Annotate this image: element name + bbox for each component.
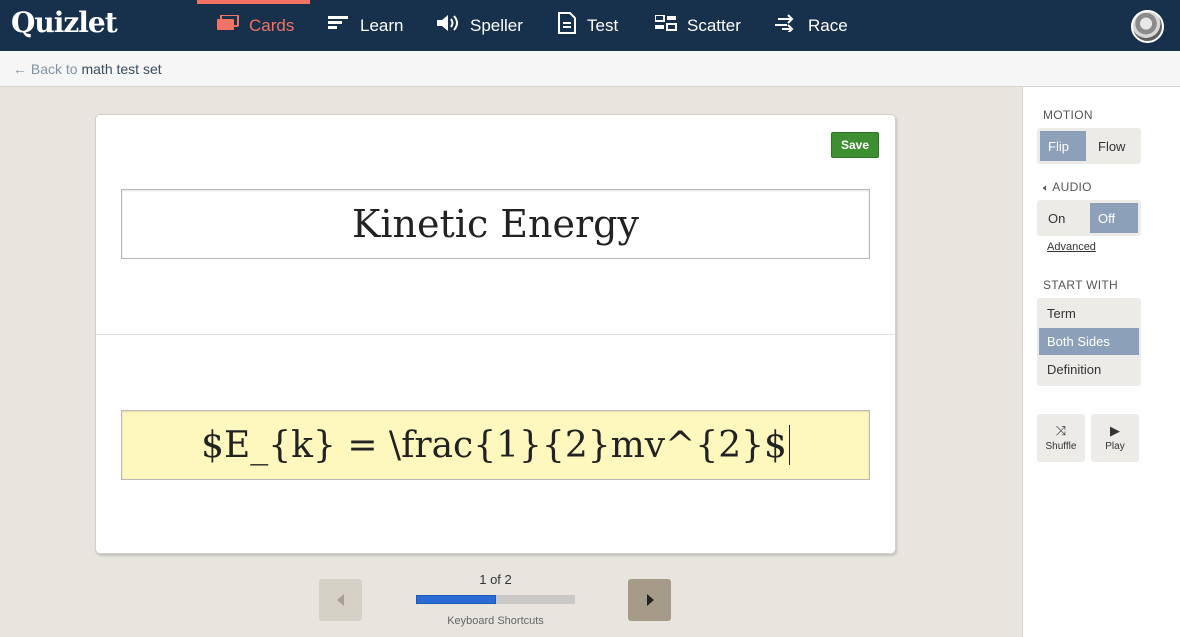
term-field[interactable]: Kinetic Energy [121, 189, 870, 259]
audio-title: 🔈︎ AUDIO [1043, 180, 1092, 194]
card-divider [96, 334, 895, 335]
nav-cards-label: Cards [249, 15, 295, 35]
quizlet-logo[interactable]: Quizlet [11, 6, 118, 39]
speaker-icon [436, 14, 460, 37]
triangle-right-icon [646, 594, 654, 606]
definition-field[interactable]: $E_{k} = \frac{1}{2}mv^{2}$ [121, 410, 870, 480]
nav-scatter[interactable]: Scatter [654, 0, 741, 51]
breadcrumb-bar: ← Back to math test set [0, 51, 1180, 87]
race-icon [774, 14, 798, 37]
definition-text: $E_{k} = \frac{1}{2}mv^{2}$ [201, 424, 787, 466]
nav-test-label: Test [587, 15, 619, 35]
start-with-both-sides[interactable]: Both Sides [1039, 328, 1139, 355]
top-nav-bar: Quizlet Cards Learn Speller Test Scatter [0, 0, 1180, 51]
nav-race-label: Race [808, 15, 848, 35]
audio-off-option[interactable]: Off [1090, 203, 1138, 233]
motion-title: MOTION [1043, 108, 1093, 122]
next-card-button[interactable] [628, 579, 671, 621]
learn-icon [328, 15, 350, 36]
start-with-definition[interactable]: Definition [1039, 356, 1139, 383]
previous-card-button[interactable] [319, 579, 362, 621]
start-with-term[interactable]: Term [1039, 300, 1139, 327]
start-with-title: START WITH [1043, 278, 1118, 292]
scatter-icon [654, 14, 677, 36]
document-icon [557, 12, 577, 39]
shuffle-button[interactable]: ⤨ Shuffle [1037, 414, 1085, 462]
play-button[interactable]: ▶ Play [1091, 414, 1139, 462]
back-link[interactable]: ← Back to math test set [13, 61, 162, 77]
shuffle-icon: ⤨ [1055, 422, 1067, 438]
start-with-options: Term Both Sides Definition [1037, 298, 1141, 386]
cards-icon [217, 14, 239, 36]
card-count: 1 of 2 [479, 572, 512, 587]
advanced-audio-link[interactable]: Advanced [1047, 241, 1096, 253]
audio-toggle: On Off [1037, 200, 1141, 236]
play-label: Play [1105, 440, 1125, 452]
nav-speller-label: Speller [470, 15, 523, 35]
play-icon: ▶ [1110, 422, 1120, 438]
flashcard: Save Kinetic Energy $E_{k} = \frac{1}{2}… [95, 114, 896, 554]
save-button[interactable]: Save [831, 132, 879, 158]
motion-toggle: Flip Flow [1037, 128, 1141, 164]
shuffle-label: Shuffle [1045, 440, 1077, 452]
nav-learn[interactable]: Learn [328, 0, 403, 51]
term-text: Kinetic Energy [352, 202, 639, 246]
motion-flip-option[interactable]: Flip [1040, 131, 1086, 161]
nav-test[interactable]: Test [557, 0, 618, 51]
progress-fill [416, 595, 496, 604]
motion-flow-option[interactable]: Flow [1090, 131, 1138, 161]
audio-title-text: AUDIO [1052, 180, 1092, 194]
audio-on-option[interactable]: On [1040, 203, 1086, 233]
nav-speller[interactable]: Speller [436, 0, 523, 51]
speaker-icon: 🔈︎ [1043, 183, 1050, 194]
set-name: math test set [81, 61, 162, 77]
text-caret [788, 425, 790, 465]
user-avatar[interactable] [1131, 10, 1164, 43]
keyboard-shortcuts-link[interactable]: Keyboard Shortcuts [416, 615, 575, 627]
nav-race[interactable]: Race [774, 0, 848, 51]
triangle-left-icon [336, 594, 344, 606]
back-prefix: ← Back to [13, 61, 78, 77]
progress-bar [416, 595, 575, 604]
options-panel: MOTION Flip Flow 🔈︎ AUDIO On Off Advance… [1022, 87, 1180, 637]
nav-scatter-label: Scatter [687, 15, 741, 35]
nav-cards[interactable]: Cards [196, 0, 311, 51]
nav-learn-label: Learn [360, 15, 404, 35]
